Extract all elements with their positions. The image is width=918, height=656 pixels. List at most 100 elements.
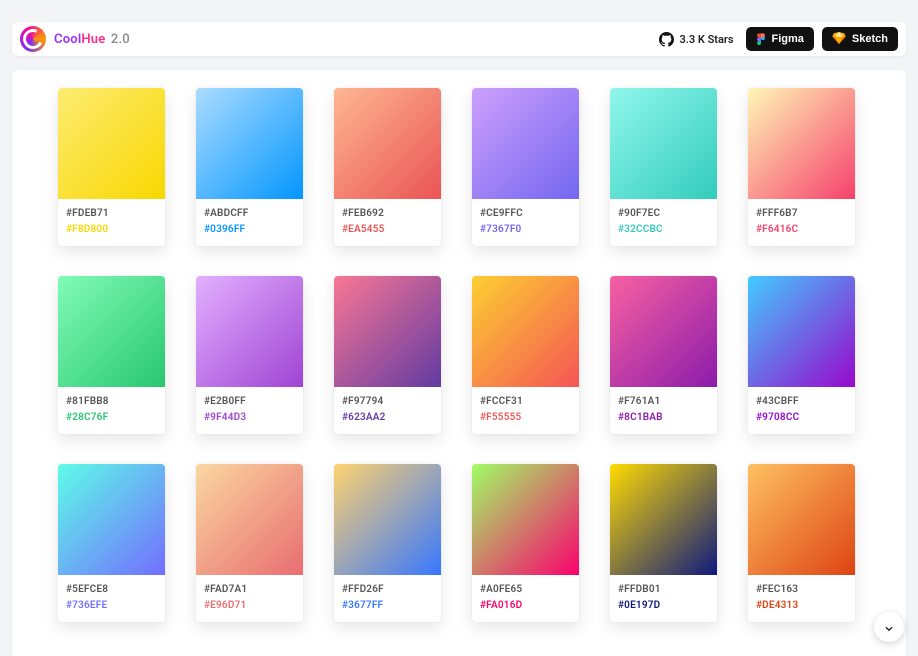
swatch-card[interactable]: #81FBB8#28C76F <box>58 276 165 434</box>
gradient-swatch <box>196 464 303 575</box>
hex-end[interactable]: #F55555 <box>480 410 571 426</box>
brand-cool: Cool <box>54 32 81 47</box>
brand-hue: Hue <box>81 32 105 47</box>
hex-start[interactable]: #90F7EC <box>618 206 709 222</box>
hex-end[interactable]: #9F44D3 <box>204 410 295 426</box>
swatch-card[interactable]: #FDEB71#F8D800 <box>58 88 165 246</box>
hex-start[interactable]: #FEB692 <box>342 206 433 222</box>
swatch-card[interactable]: #FFF6B7#F6416C <box>748 88 855 246</box>
hex-end[interactable]: #8C1BAB <box>618 410 709 426</box>
gradient-swatch <box>748 88 855 199</box>
hex-end[interactable]: #3677FF <box>342 598 433 614</box>
gradient-swatch <box>472 464 579 575</box>
swatch-meta: #E2B0FF#9F44D3 <box>196 387 303 434</box>
hex-start[interactable]: #F97794 <box>342 394 433 410</box>
swatch-meta: #A0FE65#FA016D <box>472 575 579 622</box>
gradient-swatch <box>748 464 855 575</box>
figma-button-label: Figma <box>772 33 804 45</box>
swatch-card[interactable]: #90F7EC#32CCBC <box>610 88 717 246</box>
hex-end[interactable]: #F8D800 <box>66 222 157 238</box>
hex-start[interactable]: #A0FE65 <box>480 582 571 598</box>
gradient-swatch <box>58 88 165 199</box>
hex-start[interactable]: #FFF6B7 <box>756 206 847 222</box>
github-stars[interactable]: 3.3 K Stars <box>655 32 737 47</box>
swatch-card[interactable]: #FFD26F#3677FF <box>334 464 441 622</box>
hex-start[interactable]: #FAD7A1 <box>204 582 295 598</box>
swatch-meta: #FCCF31#F55555 <box>472 387 579 434</box>
swatch-meta: #81FBB8#28C76F <box>58 387 165 434</box>
hex-end[interactable]: #736EFE <box>66 598 157 614</box>
figma-icon <box>756 31 766 48</box>
swatch-meta: #ABDCFF#0396FF <box>196 199 303 246</box>
swatch-card[interactable]: #CE9FFC#7367F0 <box>472 88 579 246</box>
swatch-card[interactable]: #FEC163#DE4313 <box>748 464 855 622</box>
swatch-meta: #FAD7A1#E96D71 <box>196 575 303 622</box>
swatch-meta: #FFD26F#3677FF <box>334 575 441 622</box>
swatch-meta: #FEB692#EA5455 <box>334 199 441 246</box>
gradient-swatch <box>610 88 717 199</box>
gradient-swatch <box>334 276 441 387</box>
swatch-card[interactable]: #FAD7A1#E96D71 <box>196 464 303 622</box>
swatch-card[interactable]: #FFDB01#0E197D <box>610 464 717 622</box>
swatch-meta: #F97794#623AA2 <box>334 387 441 434</box>
github-icon <box>659 32 674 47</box>
gradient-swatch <box>472 276 579 387</box>
gradient-swatch <box>610 276 717 387</box>
swatch-grid: #FDEB71#F8D800 #ABDCFF#0396FF #FEB692#EA54… <box>58 88 860 622</box>
figma-button[interactable]: Figma <box>746 27 814 51</box>
hex-start[interactable]: #ABDCFF <box>204 206 295 222</box>
swatch-card[interactable]: #F97794#623AA2 <box>334 276 441 434</box>
hex-end[interactable]: #7367F0 <box>480 222 571 238</box>
swatch-meta: #43CBFF#9708CC <box>748 387 855 434</box>
hex-end[interactable]: #28C76F <box>66 410 157 426</box>
swatch-card[interactable]: #5EFCE8#736EFE <box>58 464 165 622</box>
hex-end[interactable]: #F6416C <box>756 222 847 238</box>
swatch-meta: #5EFCE8#736EFE <box>58 575 165 622</box>
hex-start[interactable]: #F761A1 <box>618 394 709 410</box>
swatch-card[interactable]: #FCCF31#F55555 <box>472 276 579 434</box>
swatch-card[interactable]: #A0FE65#FA016D <box>472 464 579 622</box>
hex-end[interactable]: #EA5455 <box>342 222 433 238</box>
hex-start[interactable]: #CE9FFC <box>480 206 571 222</box>
hex-start[interactable]: #E2B0FF <box>204 394 295 410</box>
hex-start[interactable]: #5EFCE8 <box>66 582 157 598</box>
swatch-meta: #F761A1#8C1BAB <box>610 387 717 434</box>
swatch-meta: #CE9FFC#7367F0 <box>472 199 579 246</box>
hex-start[interactable]: #FDEB71 <box>66 206 157 222</box>
hex-start[interactable]: #FEC163 <box>756 582 847 598</box>
hex-start[interactable]: #43CBFF <box>756 394 847 410</box>
hex-end[interactable]: #DE4313 <box>756 598 847 614</box>
hex-end[interactable]: #E96D71 <box>204 598 295 614</box>
gradient-swatch <box>196 88 303 199</box>
app-brand[interactable]: CoolHue 2.0 <box>54 32 130 47</box>
gradient-swatch <box>334 88 441 199</box>
swatch-card[interactable]: #E2B0FF#9F44D3 <box>196 276 303 434</box>
hex-start[interactable]: #81FBB8 <box>66 394 157 410</box>
hex-start[interactable]: #FFD26F <box>342 582 433 598</box>
swatch-meta: #FFF6B7#F6416C <box>748 199 855 246</box>
gradient-swatch <box>58 464 165 575</box>
scroll-down-button[interactable] <box>874 612 904 642</box>
header-right: 3.3 K Stars Figma <box>655 27 898 51</box>
swatch-card[interactable]: #FEB692#EA5455 <box>334 88 441 246</box>
hex-end[interactable]: #0396FF <box>204 222 295 238</box>
gradient-swatch <box>58 276 165 387</box>
gradient-swatch <box>472 88 579 199</box>
sketch-icon <box>832 32 846 47</box>
swatch-meta: #FFDB01#0E197D <box>610 575 717 622</box>
swatch-card[interactable]: #43CBFF#9708CC <box>748 276 855 434</box>
hex-start[interactable]: #FFDB01 <box>618 582 709 598</box>
hex-end[interactable]: #9708CC <box>756 410 847 426</box>
hex-end[interactable]: #623AA2 <box>342 410 433 426</box>
swatch-card[interactable]: #F761A1#8C1BAB <box>610 276 717 434</box>
github-stars-label: 3.3 K Stars <box>679 33 733 46</box>
swatch-card[interactable]: #ABDCFF#0396FF <box>196 88 303 246</box>
sketch-button[interactable]: Sketch <box>822 27 898 51</box>
arrow-down-icon <box>882 620 896 634</box>
swatch-meta: #90F7EC#32CCBC <box>610 199 717 246</box>
hex-end[interactable]: #32CCBC <box>618 222 709 238</box>
hex-end[interactable]: #FA016D <box>480 598 571 614</box>
swatch-meta: #FEC163#DE4313 <box>748 575 855 622</box>
hex-end[interactable]: #0E197D <box>618 598 709 614</box>
hex-start[interactable]: #FCCF31 <box>480 394 571 410</box>
